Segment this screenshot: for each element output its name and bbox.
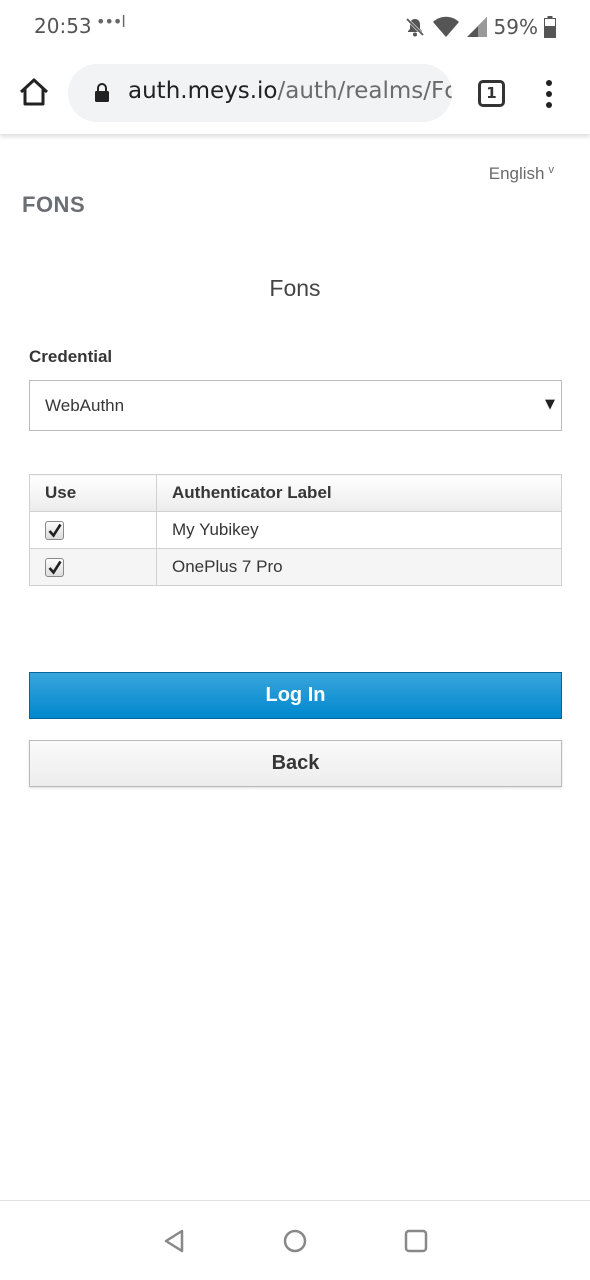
dropdown-caret-icon: ▼ xyxy=(545,397,555,412)
table-row: OnePlus 7 Pro xyxy=(29,548,562,586)
checkmark-icon xyxy=(48,560,62,575)
realm-name: FONS xyxy=(22,192,86,217)
nav-recents-icon[interactable] xyxy=(404,1229,428,1253)
language-label: English xyxy=(488,164,545,183)
authenticator-table: Use Authenticator Label My Yubikey OnePl… xyxy=(29,474,562,586)
use-checkbox[interactable] xyxy=(45,521,64,540)
page-title: Fons xyxy=(269,275,321,301)
url-path: /auth/realms/Fc xyxy=(277,78,453,104)
tab-switcher-button[interactable]: 1 xyxy=(478,80,505,107)
column-header-label: Authenticator Label xyxy=(156,474,562,512)
status-icons: 59% xyxy=(404,12,556,42)
url-host: auth.meys.io xyxy=(128,78,278,104)
overflow-menu-icon[interactable] xyxy=(540,78,558,110)
authenticator-label: My Yubikey xyxy=(156,511,562,549)
use-checkbox[interactable] xyxy=(45,558,64,577)
column-header-use: Use xyxy=(29,474,157,512)
back-button[interactable]: Back xyxy=(29,740,562,787)
use-cell xyxy=(29,511,157,549)
login-button[interactable]: Log In xyxy=(29,672,562,719)
authenticator-label: OnePlus 7 Pro xyxy=(156,548,562,586)
checkmark-icon xyxy=(48,523,62,538)
system-navigation-bar xyxy=(0,1200,590,1280)
battery-percent: 59% xyxy=(493,15,538,39)
status-time: 20:53 xyxy=(34,14,92,38)
status-bar: 20:53 •••l 59% xyxy=(0,0,590,54)
nav-back-icon[interactable] xyxy=(162,1229,186,1253)
language-selector[interactable]: English v xyxy=(489,164,554,184)
notification-dots: •••l xyxy=(96,12,126,31)
url-text: auth.meys.io/auth/realms/Fc xyxy=(128,78,452,104)
home-icon[interactable] xyxy=(16,74,52,110)
nav-home-icon[interactable] xyxy=(283,1229,307,1253)
use-cell xyxy=(29,548,157,586)
address-bar[interactable]: auth.meys.io/auth/realms/Fc xyxy=(68,64,452,122)
battery-icon xyxy=(544,16,556,38)
credential-selected-value: WebAuthn xyxy=(45,396,125,415)
credential-select[interactable]: WebAuthn ▼ xyxy=(29,380,562,431)
mute-bell-icon xyxy=(405,17,424,37)
browser-toolbar: auth.meys.io/auth/realms/Fc 1 xyxy=(0,54,590,134)
table-row: My Yubikey xyxy=(29,511,562,549)
signal-icon xyxy=(466,17,487,37)
wifi-icon xyxy=(432,16,459,37)
table-header-row: Use Authenticator Label xyxy=(29,474,562,512)
chevron-down-icon: v xyxy=(548,164,555,176)
lock-icon xyxy=(95,83,109,102)
credential-label: Credential xyxy=(29,347,113,366)
